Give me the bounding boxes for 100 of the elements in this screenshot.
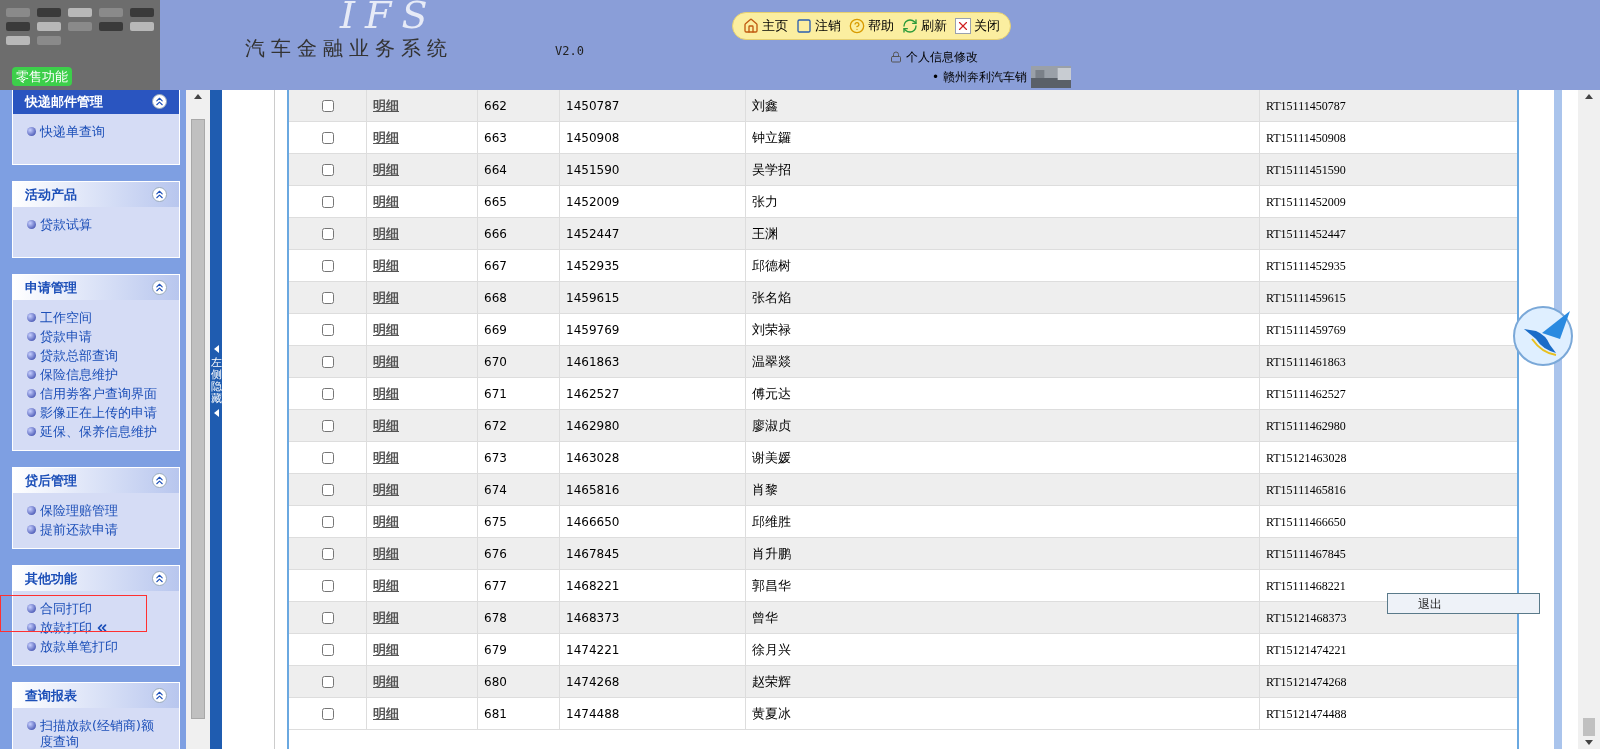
- row-checkbox[interactable]: [321, 579, 334, 592]
- row-checkbox[interactable]: [321, 675, 334, 688]
- menu-item[interactable]: 影像正在上传的申请: [40, 405, 157, 421]
- panel-header[interactable]: 贷后管理: [13, 468, 179, 493]
- row-checkbox[interactable]: [321, 163, 334, 176]
- row-checkbox[interactable]: [321, 547, 334, 560]
- table-cell-text: 1474221: [566, 641, 620, 659]
- detail-link[interactable]: 明细: [373, 607, 399, 628]
- detail-link[interactable]: 明细: [373, 351, 399, 372]
- table-cell-text: 肖升鹏: [752, 544, 791, 563]
- row-checkbox[interactable]: [321, 515, 334, 528]
- menu-item[interactable]: 延保、保养信息维护: [40, 424, 157, 440]
- menu-item[interactable]: 贷款申请: [40, 329, 92, 345]
- collapse-icon[interactable]: [152, 280, 167, 295]
- detail-link[interactable]: 明细: [373, 415, 399, 436]
- table-cell-text: 674: [484, 481, 507, 499]
- row-checkbox[interactable]: [321, 355, 334, 368]
- detail-link[interactable]: 明细: [373, 255, 399, 276]
- table-cell-text: RT15111459615: [1266, 289, 1346, 307]
- detail-link[interactable]: 明细: [373, 543, 399, 564]
- menu-item[interactable]: 合同打印: [40, 601, 92, 617]
- table-cell-text: 669: [484, 321, 507, 339]
- exit-button[interactable]: 退出: [1387, 593, 1540, 614]
- bullet-icon: [27, 721, 36, 730]
- detail-link[interactable]: 明细: [373, 127, 399, 148]
- table-cell-text: 1452935: [566, 257, 620, 275]
- menu-item[interactable]: 放款单笔打印: [40, 639, 118, 655]
- collapse-icon[interactable]: [152, 571, 167, 586]
- table-cell-text: 667: [484, 257, 507, 275]
- row-checkbox[interactable]: [321, 195, 334, 208]
- panel-header[interactable]: 查询报表: [13, 683, 179, 708]
- table-cell-text: RT15121468373: [1266, 609, 1347, 627]
- table-cell-text: 黄夏冰: [752, 704, 791, 723]
- bullet-icon: [27, 351, 36, 360]
- detail-link[interactable]: 明细: [373, 703, 399, 724]
- detail-link[interactable]: 明细: [373, 479, 399, 500]
- detail-link[interactable]: 明细: [373, 95, 399, 116]
- panel-header[interactable]: 其他功能: [13, 566, 179, 591]
- table-cell-text: 温翠燚: [752, 352, 791, 371]
- row-checkbox[interactable]: [321, 259, 334, 272]
- collapse-strip-label: 左侧隐藏: [210, 357, 222, 406]
- menu-item[interactable]: 扫描放款(经销商)额度查询: [40, 718, 165, 749]
- row-checkbox[interactable]: [321, 131, 334, 144]
- row-checkbox[interactable]: [321, 451, 334, 464]
- table-cell-text: RT15121463028: [1266, 449, 1347, 467]
- toolbar-button[interactable]: 主页: [741, 16, 790, 36]
- bird-icon[interactable]: [1512, 305, 1574, 367]
- menu-item[interactable]: 信用劵客户查询界面: [40, 386, 157, 402]
- table-cell-text: RT15111462527: [1266, 385, 1346, 403]
- table-cell-text: 钟立鑼: [752, 128, 791, 147]
- row-checkbox[interactable]: [321, 323, 334, 336]
- row-checkbox[interactable]: [321, 387, 334, 400]
- detail-link[interactable]: 明细: [373, 383, 399, 404]
- table-cell-text: RT15111450787: [1266, 97, 1346, 115]
- menu-item[interactable]: 提前还款申请: [40, 522, 118, 538]
- panel-header[interactable]: 快递邮件管理: [13, 90, 179, 114]
- bullet-icon: [27, 642, 36, 651]
- row-checkbox[interactable]: [321, 483, 334, 496]
- table-cell-text: 675: [484, 513, 507, 531]
- menu-item[interactable]: 贷款总部查询: [40, 348, 118, 364]
- collapse-icon[interactable]: [152, 688, 167, 703]
- detail-link[interactable]: 明细: [373, 319, 399, 340]
- detail-link[interactable]: 明细: [373, 447, 399, 468]
- table-cell-text: 1461863: [566, 353, 620, 371]
- row-checkbox[interactable]: [321, 291, 334, 304]
- menu-item[interactable]: 快递单查询: [40, 124, 105, 140]
- detail-link[interactable]: 明细: [373, 191, 399, 212]
- panel-header[interactable]: 活动产品: [13, 182, 179, 207]
- collapse-icon[interactable]: [152, 187, 167, 202]
- toolbar-button[interactable]: 刷新: [900, 16, 949, 36]
- menu-item[interactable]: 工作空间: [40, 310, 92, 326]
- detail-link[interactable]: 明细: [373, 223, 399, 244]
- close-icon: [955, 17, 971, 34]
- collapse-strip[interactable]: 左侧隐藏: [210, 90, 222, 749]
- toolbar-button[interactable]: 注销: [794, 16, 843, 36]
- row-checkbox[interactable]: [321, 707, 334, 720]
- detail-link[interactable]: 明细: [373, 671, 399, 692]
- menu-item[interactable]: 保险信息维护: [40, 367, 118, 383]
- row-checkbox[interactable]: [321, 419, 334, 432]
- detail-link[interactable]: 明细: [373, 287, 399, 308]
- row-checkbox[interactable]: [321, 99, 334, 112]
- detail-link[interactable]: 明细: [373, 639, 399, 660]
- row-checkbox[interactable]: [321, 611, 334, 624]
- detail-link[interactable]: 明细: [373, 511, 399, 532]
- panel-title: 贷后管理: [25, 471, 77, 490]
- detail-link[interactable]: 明细: [373, 159, 399, 180]
- row-checkbox[interactable]: [321, 643, 334, 656]
- collapse-icon[interactable]: [152, 473, 167, 488]
- collapse-icon[interactable]: [152, 94, 167, 109]
- detail-link[interactable]: 明细: [373, 575, 399, 596]
- menu-item[interactable]: 保险理赔管理: [40, 503, 118, 519]
- menu-item[interactable]: 贷款试算: [40, 217, 92, 233]
- toolbar-button[interactable]: 关闭: [953, 16, 1002, 36]
- bullet-icon: [27, 525, 36, 534]
- profile-link[interactable]: 个人信息修改: [906, 48, 978, 66]
- toolbar-button[interactable]: 帮助: [847, 16, 896, 36]
- panel-header[interactable]: 申请管理: [13, 275, 179, 300]
- row-checkbox[interactable]: [321, 227, 334, 240]
- table-cell-text: 1466650: [566, 513, 620, 531]
- table-cell-text: 670: [484, 353, 507, 371]
